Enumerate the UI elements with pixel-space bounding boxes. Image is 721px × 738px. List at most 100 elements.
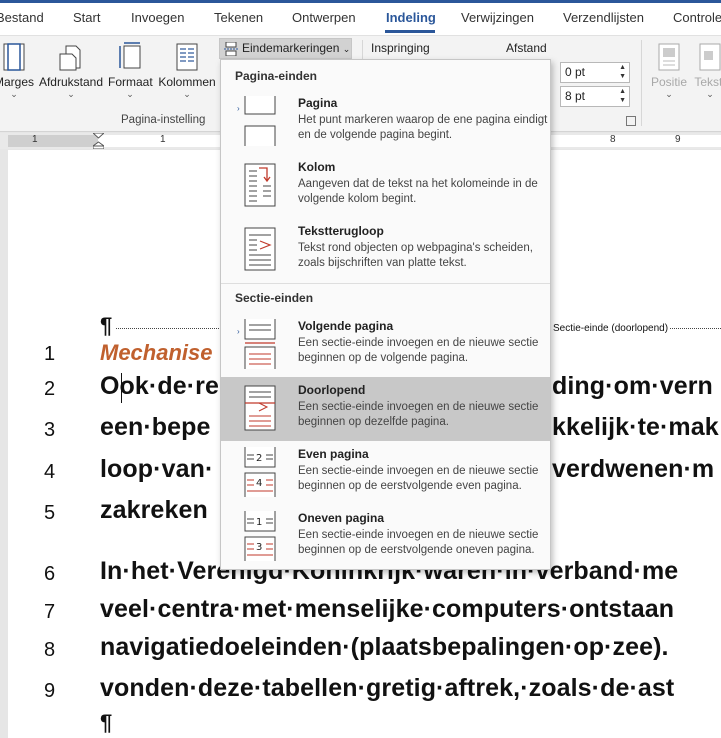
menu-item-description: Het punt markeren waarop de ene pagina e… — [298, 114, 548, 141]
document-line-left[interactable]: Ook·de·re — [100, 372, 219, 401]
page-break-icon — [244, 96, 276, 146]
line-number: 4 — [44, 461, 56, 483]
formaat-button[interactable]: Formaat ⌄ — [108, 42, 153, 100]
document-line-right[interactable]: ding·om·vern — [552, 372, 713, 401]
menu-item-doorlopend[interactable]: Doorlopend Een sectie-einde invoegen en … — [221, 377, 550, 441]
chevron-down-icon: ⌄ — [10, 89, 18, 99]
indent-marker-icon[interactable] — [93, 133, 104, 149]
document-line[interactable]: navigatiedoeleinden·(plaatsbepalingen·op… — [100, 633, 669, 662]
document-heading[interactable]: Mechanise — [100, 340, 213, 366]
menu-item-volgende-pagina[interactable]: › Volgende pagina Een sectie-einde invoe… — [221, 313, 550, 377]
document-line-left[interactable]: loop·van· — [100, 455, 213, 484]
tekstterugloop-button[interactable]: Tekstt ⌄ — [690, 42, 721, 100]
document-line[interactable]: veel·centra·met·menselijke·computers·ont… — [100, 595, 674, 624]
kolommen-label: Kolommen — [158, 75, 216, 89]
menu-item-oneven-pagina[interactable]: 1 3 Oneven pagina Een sectie-einde invoe… — [221, 505, 550, 569]
line-number: 9 — [44, 680, 56, 702]
section-break-label: Sectie-einde (doorlopend) — [551, 323, 671, 334]
group-label-pagina-instelling: Pagina-instelling — [121, 114, 206, 126]
document-line[interactable]: vonden·deze·tabellen·gretig·aftrek,·zoal… — [100, 674, 674, 703]
size-icon — [119, 42, 141, 69]
margins-icon — [3, 43, 25, 71]
tab-bestand[interactable]: Bestand — [0, 10, 44, 25]
menu-item-tekstterugloop[interactable]: Tekstterugloop Tekst rond objecten op we… — [221, 218, 550, 282]
eindemarkeringen-button[interactable]: Eindemarkeringen ⌄ — [219, 38, 352, 59]
tab-controle[interactable]: Controle — [673, 10, 721, 25]
menu-item-description: Een sectie-einde invoegen en de nieuwe s… — [298, 401, 539, 428]
afstand-label: Afstand — [506, 41, 547, 55]
orientation-icon — [59, 45, 81, 71]
spacing-after-field[interactable]: 8 pt ▲ ▼ — [560, 86, 630, 107]
ribbon-separator — [641, 40, 642, 126]
next-page-section-icon — [244, 319, 276, 369]
title-accent-strip — [0, 0, 721, 3]
tab-tekenen[interactable]: Tekenen — [214, 10, 263, 25]
paragraph-dialog-launcher-icon[interactable] — [626, 116, 636, 126]
tab-invoegen[interactable]: Invoegen — [131, 10, 185, 25]
svg-text:2: 2 — [256, 453, 262, 464]
document-line-right[interactable]: verdwenen·m — [552, 455, 714, 484]
paragraph-mark: ¶ — [100, 710, 113, 735]
spacing-before-value: 0 pt — [565, 65, 586, 79]
line-number: 7 — [44, 601, 56, 623]
menu-item-description: Aangeven dat de tekst na het kolomeinde … — [298, 178, 538, 205]
ruler-number: 1 — [160, 134, 166, 145]
menu-item-even-pagina[interactable]: 2 4 Even pagina Een sectie-einde invoege… — [221, 441, 550, 505]
wrap-text-icon — [699, 43, 721, 71]
ribbon-tab-bar: Bestand Start Invoegen Tekenen Ontwerpen… — [0, 0, 721, 36]
line-number: 3 — [44, 419, 56, 441]
chevron-down-icon: ⌄ — [67, 89, 75, 99]
marges-button[interactable]: Marges ⌄ — [0, 42, 34, 100]
breaks-dropdown-menu: Pagina-einden › Pagina Het punt markeren… — [220, 59, 551, 570]
positie-label: Positie — [650, 75, 688, 89]
marges-label: Marges — [0, 75, 35, 89]
tab-ontwerpen[interactable]: Ontwerpen — [292, 10, 356, 25]
menu-item-pagina[interactable]: › Pagina Het punt markeren waarop de ene… — [221, 90, 550, 154]
dropdown-section-header: Sectie-einden — [235, 291, 314, 305]
tab-start[interactable]: Start — [73, 10, 100, 25]
spinner-arrows-icon[interactable]: ▲ ▼ — [619, 87, 626, 105]
line-number: 8 — [44, 639, 56, 661]
positie-button[interactable]: Positie ⌄ — [648, 42, 690, 100]
menu-item-title: Oneven pagina — [298, 511, 385, 525]
menu-item-description: Tekst rond objecten op webpagina's schei… — [298, 242, 533, 269]
odd-page-section-icon: 1 3 — [244, 511, 276, 561]
afdrukstand-label: Afdrukstand — [38, 75, 104, 89]
document-line-left[interactable]: zakreken — [100, 496, 208, 525]
afdrukstand-button[interactable]: Afdrukstand ⌄ — [38, 42, 104, 100]
ruler-number: 1 — [32, 134, 38, 145]
line-number: 1 — [44, 343, 56, 365]
eindemarkeringen-label: Eindemarkeringen — [242, 41, 340, 55]
menu-item-title: Tekstterugloop — [298, 224, 384, 238]
breaks-icon — [224, 42, 238, 56]
pointer-marker-icon: › — [237, 327, 240, 336]
menu-item-kolom[interactable]: Kolom Aangeven dat de tekst na het kolom… — [221, 154, 550, 218]
menu-item-title: Kolom — [298, 160, 336, 174]
text-wrapping-break-icon — [244, 227, 276, 271]
tab-verzendlijsten[interactable]: Verzendlijsten — [563, 10, 644, 25]
svg-text:1: 1 — [256, 517, 262, 528]
kolommen-button[interactable]: Kolommen ⌄ — [156, 42, 218, 100]
menu-item-title: Pagina — [298, 96, 338, 110]
tab-verwijzingen[interactable]: Verwijzingen — [461, 10, 534, 25]
inspringing-label: Inspringing — [371, 41, 430, 55]
document-line-right[interactable]: kkelijk·te·mak — [552, 413, 719, 442]
menu-item-title: Volgende pagina — [298, 319, 394, 333]
spacing-after-value: 8 pt — [565, 89, 586, 103]
spinner-arrows-icon[interactable]: ▲ ▼ — [619, 63, 626, 81]
chevron-down-icon: ⌄ — [706, 89, 714, 99]
menu-item-title: Doorlopend — [298, 383, 366, 397]
line-number: 6 — [44, 563, 56, 585]
continuous-section-icon — [244, 385, 276, 431]
column-break-icon — [244, 163, 276, 207]
svg-text:4: 4 — [256, 478, 262, 489]
menu-item-description: Een sectie-einde invoegen en de nieuwe s… — [298, 337, 539, 364]
ruler-number: 9 — [675, 134, 681, 145]
even-page-section-icon: 2 4 — [244, 447, 276, 497]
dropdown-section-header: Pagina-einden — [235, 69, 318, 83]
spacing-before-field[interactable]: 0 pt ▲ ▼ — [560, 62, 630, 83]
active-tab-indicator — [385, 30, 435, 33]
chevron-down-icon: ⌄ — [183, 89, 191, 99]
document-line-left[interactable]: een·bepe — [100, 413, 211, 442]
tab-indeling[interactable]: Indeling — [386, 10, 436, 25]
